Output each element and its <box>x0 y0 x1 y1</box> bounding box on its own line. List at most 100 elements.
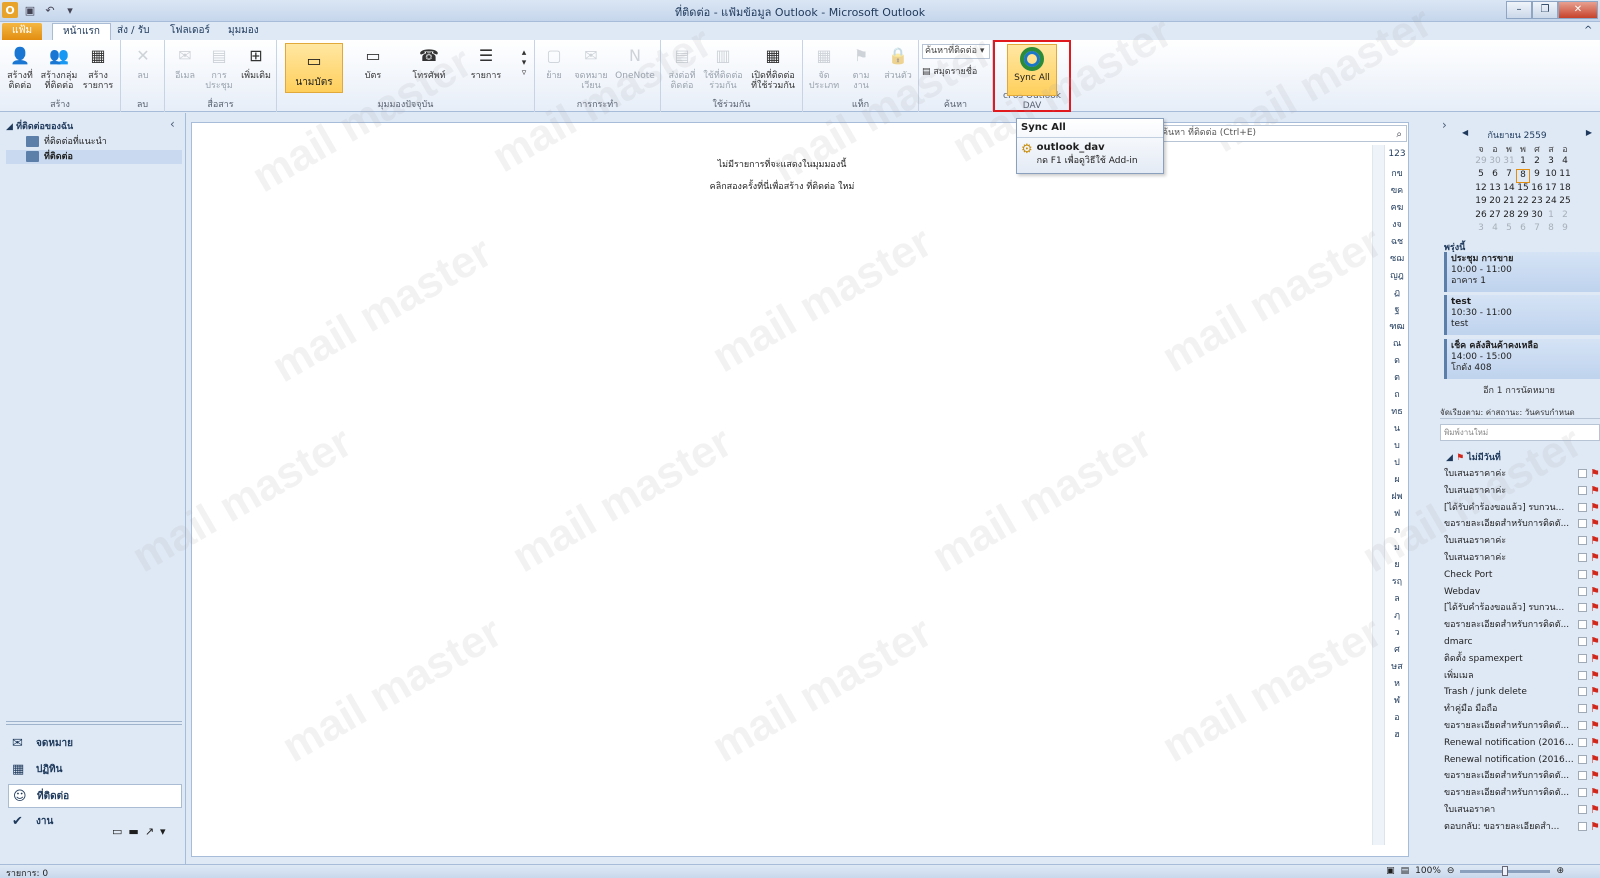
calendar-day[interactable]: 19 <box>1474 196 1488 210</box>
share-contacts-button[interactable]: ▥ ใช้ที่ติดต่อ ร่วมกัน <box>701 43 745 92</box>
alphabet-letter[interactable]: ทธ <box>1387 404 1407 421</box>
flag-icon[interactable]: ⚑ <box>1590 718 1600 734</box>
calendar-day[interactable]: 23 <box>1530 196 1544 210</box>
calendar-day[interactable]: 11 <box>1558 169 1572 183</box>
onenote-button[interactable]: N OneNote <box>615 43 655 82</box>
flag-icon[interactable]: ⚑ <box>1590 752 1600 768</box>
alphabet-letter[interactable]: ฬ <box>1387 693 1407 710</box>
task-checkbox[interactable] <box>1578 754 1587 764</box>
alphabet-letter[interactable]: ฏ <box>1387 285 1407 302</box>
calendar-day[interactable]: 24 <box>1544 196 1558 210</box>
appointment-item[interactable]: test 10:30 - 11:00 test <box>1444 295 1600 335</box>
task-checkbox[interactable] <box>1578 653 1587 663</box>
private-button[interactable]: 🔒 ส่วนตัว <box>881 43 915 82</box>
alphabet-letter[interactable]: ฉช <box>1387 234 1407 251</box>
create-contact-hint[interactable]: คลิกสองครั้งที่นี่เพื่อสร้าง ที่ติดต่อ ใ… <box>192 179 1372 193</box>
calendar-day[interactable]: 29 <box>1474 156 1488 170</box>
new-contact-group-button[interactable]: 👥 สร้างกลุ่ม ที่ติดต่อ <box>40 43 78 92</box>
alphabet-letter[interactable]: ฐ <box>1387 302 1407 319</box>
appointment-item[interactable]: ประชุม การขาย 10:00 - 11:00 อาคาร 1 <box>1444 252 1600 292</box>
nav-header[interactable]: ◢ ที่ติดต่อของฉัน <box>6 119 73 133</box>
alphabet-letter[interactable]: ภ <box>1387 523 1407 540</box>
task-checkbox[interactable] <box>1578 804 1587 814</box>
normal-view-icon[interactable]: ▣ <box>1386 866 1395 876</box>
help-icon[interactable]: ^ <box>1580 23 1596 40</box>
close-button[interactable]: ✕ <box>1558 1 1598 19</box>
flag-icon[interactable]: ⚑ <box>1590 651 1600 667</box>
task-item[interactable]: Check Port ⚑ <box>1440 567 1600 584</box>
more-appointments[interactable]: อีก 1 การนัดหมาย <box>1444 383 1594 397</box>
calendar-day[interactable]: 5 <box>1502 223 1516 237</box>
task-item[interactable]: ใบเสนอราคา ⚑ <box>1440 802 1600 819</box>
new-items-button[interactable]: ▦ สร้าง รายการ <box>80 43 116 92</box>
new-task-input[interactable]: พิมพ์งานใหม่ <box>1440 424 1600 441</box>
reading-view-icon[interactable]: ▤ <box>1401 866 1410 876</box>
contacts-view[interactable]: ไม่มีรายการที่จะแสดงในมุมมองนี้ คลิกสองค… <box>191 122 1409 857</box>
alphabet-letter[interactable]: ต <box>1387 370 1407 387</box>
flag-icon[interactable]: ⚑ <box>1590 785 1600 801</box>
task-item[interactable]: ติดตั้ง spamexpert ⚑ <box>1440 651 1600 668</box>
alphabet-letter[interactable]: กข <box>1387 166 1407 183</box>
calendar-day[interactable]: 22 <box>1516 196 1530 210</box>
nav-folder-contacts[interactable]: ที่ติดต่อ <box>6 150 182 164</box>
alphabet-letter[interactable]: ล <box>1387 591 1407 608</box>
task-checkbox[interactable] <box>1578 586 1587 596</box>
task-item[interactable]: [ได้รับคำร้องขอแล้ว] รบกวน... ⚑ <box>1440 600 1600 617</box>
delete-button[interactable]: ✕ ลบ <box>127 43 159 82</box>
zoom-out-icon[interactable]: ⊖ <box>1447 866 1455 876</box>
task-checkbox[interactable] <box>1578 788 1587 798</box>
calendar-day[interactable]: 3 <box>1474 223 1488 237</box>
module-mail[interactable]: ✉ จดหมาย <box>8 732 182 756</box>
more-button[interactable]: ⊞ เพิ่มเติม <box>239 43 273 82</box>
module-splitter[interactable] <box>6 721 182 725</box>
tab-folder[interactable]: โฟลเดอร์ <box>160 23 220 40</box>
alphabet-letter[interactable]: ฃค <box>1387 183 1407 200</box>
categorize-button[interactable]: ▦ จัด ประเภท <box>807 43 841 92</box>
task-item[interactable]: Webdav ⚑ <box>1440 584 1600 601</box>
calendar-day[interactable]: 7 <box>1502 169 1516 183</box>
task-checkbox[interactable] <box>1578 737 1587 747</box>
calendar-day[interactable]: 27 <box>1488 210 1502 224</box>
alphabet-letter[interactable]: ฑฒ <box>1387 319 1407 336</box>
task-item[interactable]: ขอรายละเอียดสำหรับการติดตั... ⚑ <box>1440 516 1600 533</box>
calendar-day[interactable]: 29 <box>1516 210 1530 224</box>
business-card-view-button[interactable]: ▭ นามบัตร <box>285 43 343 93</box>
alphabet-letter[interactable]: ม <box>1387 540 1407 557</box>
task-checkbox[interactable] <box>1578 519 1587 529</box>
calendar-day[interactable]: 31 <box>1502 156 1516 170</box>
task-checkbox[interactable] <box>1578 536 1587 546</box>
address-book-button[interactable]: ▤ สมุดรายชื่อ <box>922 64 977 78</box>
collapse-nav-icon[interactable]: ‹ <box>170 117 175 131</box>
task-checkbox[interactable] <box>1578 485 1587 495</box>
alphabet-letter[interactable]: ฝพ <box>1387 489 1407 506</box>
flag-icon[interactable]: ⚑ <box>1590 684 1600 700</box>
flag-icon[interactable]: ⚑ <box>1590 617 1600 633</box>
flag-icon[interactable]: ⚑ <box>1590 768 1600 784</box>
task-item[interactable]: เพิ่มเมล ⚑ <box>1440 668 1600 685</box>
task-checkbox[interactable] <box>1578 636 1587 646</box>
task-item[interactable]: ขอรายละเอียดสำหรับการติดตั... ⚑ <box>1440 617 1600 634</box>
flag-icon[interactable]: ⚑ <box>1590 584 1600 600</box>
task-checkbox[interactable] <box>1578 704 1587 714</box>
alphabet-letter[interactable]: ว <box>1387 625 1407 642</box>
alphabet-letter[interactable]: ญฎ <box>1387 268 1407 285</box>
alphabet-letter[interactable]: ณ <box>1387 336 1407 353</box>
task-item[interactable]: ทำคู่มือ มือถือ ⚑ <box>1440 701 1600 718</box>
task-item[interactable]: ใบเสนอราคาค่ะ ⚑ <box>1440 483 1600 500</box>
shortcuts-icon[interactable]: ↗ <box>145 825 154 838</box>
task-sort-bar[interactable]: จัดเรียงตาม: ค่าสถานะ: วันครบกำหนด <box>1440 406 1600 419</box>
card-view-button[interactable]: ▭ บัตร <box>349 43 397 82</box>
calendar-day[interactable]: 25 <box>1558 196 1572 210</box>
flag-icon[interactable]: ⚑ <box>1590 500 1600 516</box>
tab-home[interactable]: หน้าแรก <box>52 23 111 40</box>
list-view-button[interactable]: ☰ รายการ <box>461 43 511 82</box>
task-checkbox[interactable] <box>1578 771 1587 781</box>
task-item[interactable]: ใบเสนอราคาค่ะ ⚑ <box>1440 466 1600 483</box>
task-checkbox[interactable] <box>1578 603 1587 613</box>
calendar-day[interactable]: 14 <box>1502 183 1516 197</box>
search-icon[interactable]: ⌕ <box>1396 127 1402 142</box>
module-contacts[interactable]: ☺ ที่ติดต่อ <box>8 784 182 808</box>
alphabet-letter[interactable]: ซฌ <box>1387 251 1407 268</box>
alphabet-letter[interactable]: ฮ <box>1387 727 1407 744</box>
calendar-day[interactable]: 30 <box>1530 210 1544 224</box>
